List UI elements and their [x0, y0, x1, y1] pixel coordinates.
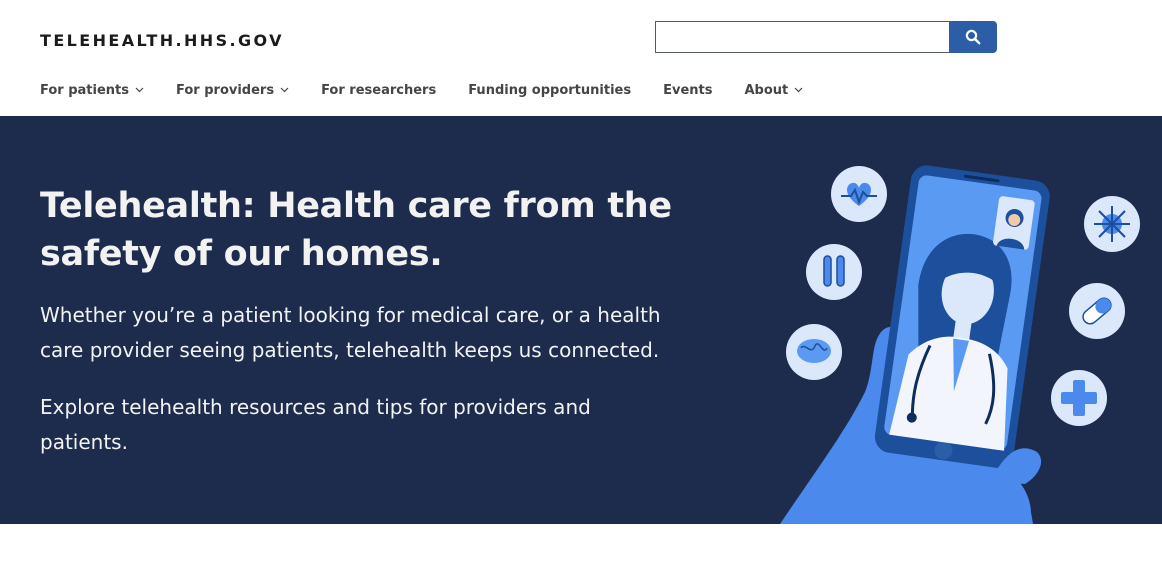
nav-item-for-providers[interactable]: For providers — [176, 80, 289, 100]
pill-icon — [1069, 283, 1125, 339]
hero-banner: Telehealth: Health care from the safety … — [0, 116, 1162, 524]
hero-title: Telehealth: Health care from the safety … — [40, 186, 672, 274]
primary-nav: For patients For providers For researche… — [40, 80, 835, 100]
chevron-down-icon — [135, 87, 144, 93]
nav-item-events[interactable]: Events — [663, 80, 712, 100]
nav-item-for-researchers[interactable]: For researchers — [321, 80, 436, 100]
nav-item-label: Funding opportunities — [468, 82, 632, 98]
chevron-down-icon — [280, 87, 289, 93]
phone-illustration — [874, 165, 1050, 468]
nav-item-for-patients[interactable]: For patients — [40, 80, 144, 100]
nav-item-funding-opportunities[interactable]: Funding opportunities — [468, 80, 631, 100]
nav-item-label: For providers — [176, 82, 275, 98]
search-button[interactable] — [949, 21, 997, 53]
nav-item-label: Events — [663, 82, 713, 98]
search-form — [655, 21, 997, 53]
virus-icon — [1084, 196, 1140, 252]
search-icon — [965, 29, 981, 45]
test-tubes-icon — [806, 244, 862, 300]
site-header: TELEHEALTH.HHS.GOV For patients For prov… — [0, 0, 1162, 116]
nav-item-label: For researchers — [321, 82, 437, 98]
brain-icon — [786, 324, 842, 380]
nav-item-label: About — [744, 82, 789, 98]
telehealth-illustration — [780, 165, 1140, 524]
nav-item-label: For patients — [40, 82, 129, 98]
nav-item-about[interactable]: About — [744, 80, 803, 100]
hero-intro-text: Whether you’re a patient looking for med… — [40, 303, 661, 362]
chevron-down-icon — [794, 87, 803, 93]
hero-explore-text: Explore telehealth resources and tips fo… — [40, 395, 591, 454]
search-input[interactable] — [655, 21, 949, 53]
heart-monitor-icon — [831, 166, 887, 222]
medical-cross-icon — [1051, 370, 1107, 426]
site-logo[interactable]: TELEHEALTH.HHS.GOV — [40, 31, 284, 50]
